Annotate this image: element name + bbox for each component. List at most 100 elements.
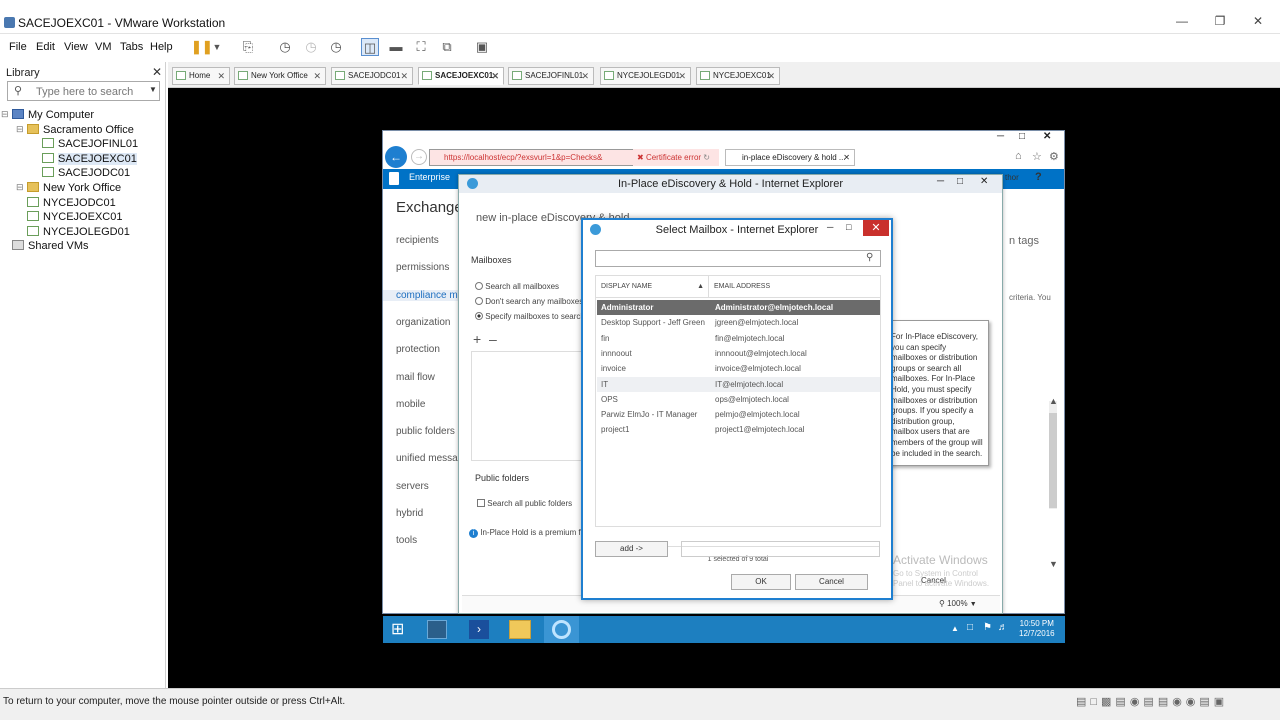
dropdown-arrow-icon[interactable]: ▼ [208,38,226,56]
thumbnail-bar-icon[interactable]: ▬ [387,38,405,56]
scrollbar-track[interactable] [1049,401,1057,509]
close-icon[interactable]: ✕ [491,68,499,84]
server-manager-icon[interactable] [427,620,447,639]
maximize-button[interactable]: ❐ [1202,14,1238,32]
tree-item[interactable]: NYCEJOEXC01 [27,211,122,226]
add-icon[interactable]: + [473,331,481,347]
mailbox-row[interactable]: OPS ops@elmjotech.local [597,392,880,407]
close-icon[interactable]: ✕ [152,65,162,79]
clock[interactable]: 10:50 PM 12/7/2016 [1019,619,1055,639]
vm-tab[interactable]: SACEJOFINL01 ✕ [508,67,594,85]
menu-tabs[interactable]: Tabs [120,41,143,53]
nav-item-compliance-m[interactable]: compliance m [383,289,459,301]
mailbox-row[interactable]: invoice invoice@elmjotech.local [597,361,880,376]
nav-item-protection[interactable]: protection [396,344,440,355]
search-public-folders-checkbox[interactable]: Search all public folders [477,499,572,508]
nav-item-public-folders[interactable]: public folders [396,426,455,437]
mailbox-row[interactable]: Desktop Support - Jeff Green jgreen@elmjo… [597,315,880,330]
chevron-down-icon[interactable]: ▼ [970,601,977,608]
tree-item[interactable]: Shared VMs [12,240,89,255]
menu-view[interactable]: View [64,41,88,53]
add-button[interactable]: add -> [595,541,668,557]
close-icon[interactable]: ✕ [313,68,321,84]
refresh-icon[interactable]: ↻ [703,153,710,162]
maximize-button[interactable]: □ [957,176,963,187]
cert-error-badge[interactable]: ✖ Certificate error ↻ [633,149,719,166]
cancel-button[interactable]: Cancel [795,574,868,590]
nav-item-mail-flow[interactable]: mail flow [396,372,435,383]
maximize-button[interactable]: □ [846,222,851,232]
tray-chevron-icon[interactable]: ▲ [951,624,959,633]
mailbox-row[interactable]: innnoout innnoout@elmjotech.local [597,346,880,361]
enterprise-label[interactable]: Enterprise [409,172,450,182]
help-icon[interactable]: ? [1035,171,1042,183]
nav-item-recipients[interactable]: recipients [396,235,439,246]
tree-item[interactable]: ⊟ Sacramento Office [16,123,134,139]
mailbox-search-input[interactable]: ⚲ [595,250,881,267]
tree-item[interactable]: ⊟ New York Office [16,182,121,197]
mailbox-row[interactable]: project1 project1@elmjotech.local [597,422,880,437]
collapse-icon[interactable]: ⊟ [16,182,24,193]
tree-item[interactable]: ⊟ My Computer [1,109,94,124]
file-explorer-icon[interactable] [509,620,531,639]
vm-tab[interactable]: Home ✕ [172,67,230,85]
minimize-button[interactable]: ─ [827,222,833,232]
gear-icon[interactable]: ⚙ [1049,150,1059,163]
tree-item[interactable]: SACEJODC01 [42,167,130,182]
radio-selected-icon[interactable] [475,312,483,320]
mailbox-row[interactable]: Administrator Administrator@elmjotech.loc… [597,300,880,315]
ie-taskbar-button[interactable] [544,616,579,643]
unity-icon[interactable]: ⧉ [438,38,456,56]
ie-close-button[interactable]: ✕ [1043,131,1051,142]
nav-item-mobile[interactable]: mobile [396,399,425,410]
radio-icon[interactable] [475,282,483,290]
radio-icon[interactable] [475,297,483,305]
nav-item-servers[interactable]: servers [396,481,429,492]
snapshot-manager-icon[interactable]: ◷ [327,38,345,56]
close-icon[interactable]: ✕ [767,68,775,84]
close-icon[interactable]: ✕ [217,68,225,84]
vm-tab[interactable]: New York Office ✕ [234,67,326,85]
tree-item[interactable]: NYCEJODC01 [27,196,116,212]
vm-tab[interactable]: SACEJODC01 ✕ [331,67,413,85]
device-status-icons[interactable]: ▤□▩▤◉▤▤◉◉▤▣ [1076,695,1228,708]
snapshot-icon[interactable]: ◷ [276,38,294,56]
send-ctrl-alt-del-icon[interactable]: ⎘ [239,38,257,56]
option-specify[interactable]: Specify mailboxes to search [475,312,585,321]
close-icon[interactable]: ✕ [678,68,686,84]
checkbox-icon[interactable] [477,499,485,507]
full-screen-icon[interactable]: ⛶ [412,38,430,56]
vm-tab[interactable]: SACEJOEXC01 ✕ [418,67,504,85]
collapse-icon[interactable]: ⊟ [16,124,24,135]
network-icon[interactable]: □ [967,622,973,633]
option-search-none[interactable]: Don't search any mailboxes [475,297,583,306]
search-icon[interactable]: ⚲ [866,252,873,263]
mailbox-row[interactable]: Parwiz ElmJo - IT Manager pelmjo@elmjotec… [597,407,880,422]
revert-snapshot-icon[interactable]: ◷ [302,38,320,56]
tree-item[interactable]: SACEJOFINL01 [42,138,138,153]
ie-maximize-button[interactable]: □ [1019,131,1025,142]
tree-item[interactable]: SACEJOEXC01 [42,152,137,168]
tree-item[interactable]: NYCEJOLEGD01 [27,225,130,241]
library-search-input[interactable]: ⚲ Type here to search ▼ [7,81,160,101]
close-icon[interactable]: ✕ [400,68,408,84]
back-arrow-icon[interactable]: ← [385,146,407,168]
favorites-star-icon[interactable]: ☆ [1032,150,1042,163]
col-email-address[interactable]: EMAIL ADDRESS [709,276,880,298]
nav-item-hybrid[interactable]: hybrid [396,508,423,519]
chevron-down-icon[interactable]: ▼ [149,85,157,94]
home-icon[interactable]: ⌂ [1015,150,1022,162]
menu-help[interactable]: Help [150,41,173,53]
nav-item-tools[interactable]: tools [396,535,417,546]
close-icon[interactable]: ✕ [843,150,850,165]
close-button[interactable]: ✕ [1240,14,1276,32]
zoom-control[interactable]: ⚲ 100% ▼ [939,599,977,608]
vm-tab[interactable]: NYCEJOEXC01 ✕ [696,67,780,85]
ie-minimize-button[interactable]: ─ [997,131,1004,142]
pause-icon[interactable]: ❚❚ [191,38,213,56]
nav-item-unified-messag[interactable]: unified messag [396,453,463,464]
minimize-button[interactable]: — [1164,14,1200,32]
speaker-icon[interactable]: ♬ [998,622,1008,633]
nav-item-organization[interactable]: organization [396,317,450,328]
vm-tab[interactable]: NYCEJOLEGD01 ✕ [600,67,691,85]
